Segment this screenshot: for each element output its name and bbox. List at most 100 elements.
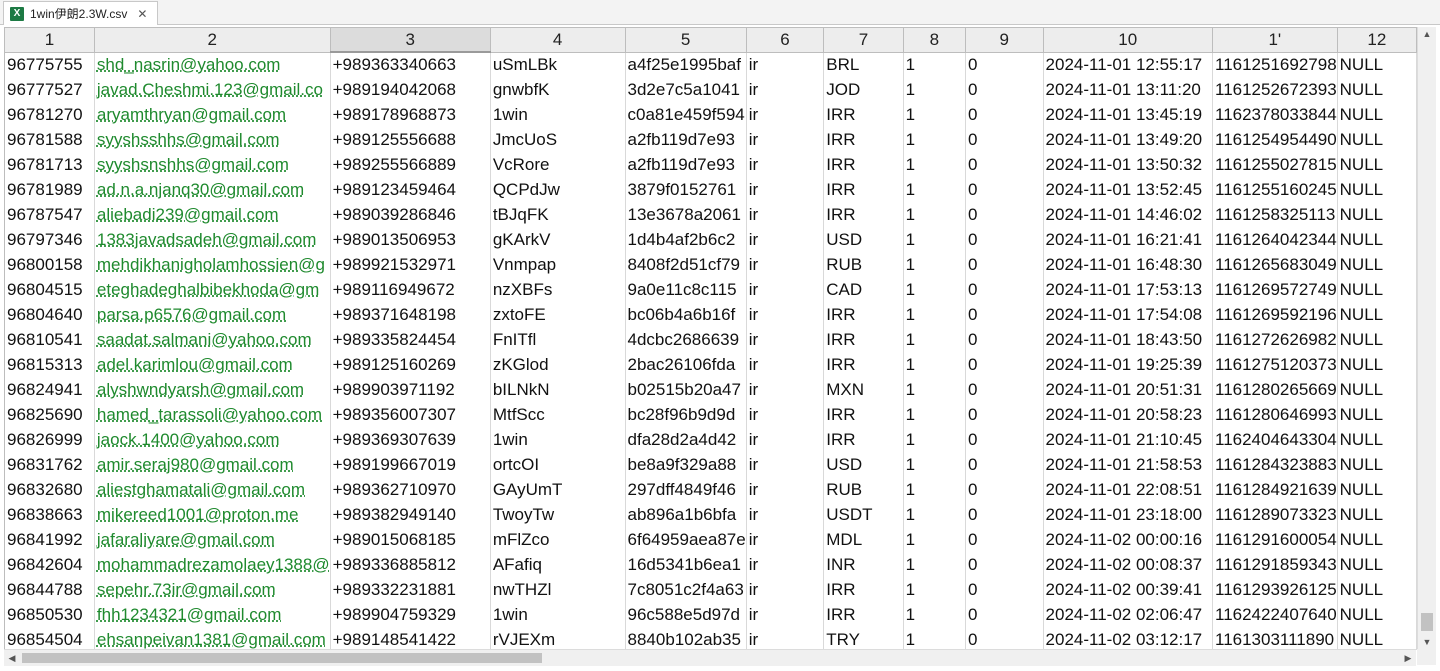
cell-col-4[interactable]: GAyUmT [490, 477, 626, 502]
cell-col-11[interactable]: 1161284323883 [1212, 452, 1338, 477]
cell-col-12[interactable]: NULL [1337, 77, 1417, 102]
cell-col-8[interactable]: 1 [903, 402, 966, 427]
cell-col-12[interactable]: NULL [1337, 52, 1417, 77]
cell-col-11[interactable]: 1161289073323 [1212, 502, 1338, 527]
cell-col-2[interactable]: ehsanpeivan1381@gmail.com [94, 627, 331, 650]
cell-col-4[interactable]: MtfScc [490, 402, 626, 427]
cell-col-6[interactable]: ir [746, 327, 825, 352]
cell-col-11[interactable]: 1161280265669 [1212, 377, 1338, 402]
cell-col-8[interactable]: 1 [903, 452, 966, 477]
cell-col-10[interactable]: 2024-11-02 00:39:41 [1043, 577, 1214, 602]
cell-col-4[interactable]: mFlZco [490, 527, 626, 552]
cell-col-2[interactable]: jafaraliyare@gmail.com [94, 527, 331, 552]
cell-col-5[interactable]: c0a81e459f594 [625, 102, 747, 127]
cell-col-2[interactable]: parsa.p6576@gmail.com [94, 302, 331, 327]
cell-col-12[interactable]: NULL [1337, 452, 1417, 477]
cell-col-11[interactable]: 1161258325113 [1212, 202, 1338, 227]
cell-col-12[interactable]: NULL [1337, 402, 1417, 427]
cell-col-9[interactable]: 0 [965, 227, 1044, 252]
vertical-scrollbar[interactable]: ▲ ▼ [1417, 27, 1436, 649]
cell-col-11[interactable]: 1161275120373 [1212, 352, 1338, 377]
cell-col-9[interactable]: 0 [965, 127, 1044, 152]
cell-col-7[interactable]: IRR [823, 352, 904, 377]
cell-col-7[interactable]: TRY [823, 627, 904, 650]
cell-col-9[interactable]: 0 [965, 577, 1044, 602]
cell-col-4[interactable]: TwoyTw [490, 502, 626, 527]
cell-col-6[interactable]: ir [746, 427, 825, 452]
cell-col-7[interactable]: IRR [823, 202, 904, 227]
cell-col-8[interactable]: 1 [903, 152, 966, 177]
cell-col-1[interactable]: 96797346 [5, 227, 95, 252]
cell-col-11[interactable]: 1161291859343 [1212, 552, 1338, 577]
cell-col-1[interactable]: 96826999 [5, 427, 95, 452]
cell-col-8[interactable]: 1 [903, 52, 966, 77]
cell-col-10[interactable]: 2024-11-01 13:11:20 [1043, 77, 1214, 102]
cell-col-2[interactable]: amir.seraj980@gmail.com [94, 452, 331, 477]
cell-col-7[interactable]: IRR [823, 177, 904, 202]
cell-col-4[interactable]: rVJEXm [490, 627, 626, 650]
cell-col-12[interactable]: NULL [1337, 527, 1417, 552]
cell-col-6[interactable]: ir [746, 77, 825, 102]
cell-col-7[interactable]: USD [823, 227, 904, 252]
cell-col-2[interactable]: saadat.salmani@yahoo.com [94, 327, 331, 352]
cell-col-11[interactable]: 1161264042344 [1212, 227, 1338, 252]
cell-col-3[interactable]: +989921532971 [330, 252, 491, 277]
cell-col-9[interactable]: 0 [965, 152, 1044, 177]
cell-col-2[interactable]: syyshsnshhs@gmail.com [94, 152, 331, 177]
cell-col-6[interactable]: ir [746, 452, 825, 477]
column-header-9[interactable]: 9 [965, 28, 1044, 53]
column-header-8[interactable]: 8 [903, 28, 966, 53]
cell-col-2[interactable]: ad.n.a.njanq30@gmail.com [94, 177, 331, 202]
cell-col-6[interactable]: ir [746, 252, 825, 277]
cell-col-4[interactable]: JmcUoS [490, 127, 626, 152]
cell-col-8[interactable]: 1 [903, 377, 966, 402]
cell-col-12[interactable]: NULL [1337, 502, 1417, 527]
cell-col-6[interactable]: ir [746, 577, 825, 602]
cell-col-6[interactable]: ir [746, 52, 825, 77]
cell-col-10[interactable]: 2024-11-01 13:50:32 [1043, 152, 1214, 177]
cell-col-7[interactable]: IRR [823, 152, 904, 177]
cell-col-11[interactable]: 1162378033844 [1212, 102, 1338, 127]
cell-col-5[interactable]: a2fb119d7e93 [625, 152, 747, 177]
cell-col-12[interactable]: NULL [1337, 552, 1417, 577]
column-header-12[interactable]: 12 [1337, 28, 1417, 53]
cell-col-1[interactable]: 96850530 [5, 602, 95, 627]
cell-col-9[interactable]: 0 [965, 252, 1044, 277]
cell-col-6[interactable]: ir [746, 127, 825, 152]
cell-col-7[interactable]: CAD [823, 277, 904, 302]
cell-col-3[interactable]: +989013506953 [330, 227, 491, 252]
cell-col-2[interactable]: eteghadeghalbibekhoda@gm [94, 277, 331, 302]
cell-col-6[interactable]: ir [746, 552, 825, 577]
cell-col-12[interactable]: NULL [1337, 352, 1417, 377]
cell-col-10[interactable]: 2024-11-01 12:55:17 [1043, 52, 1214, 77]
cell-col-12[interactable]: NULL [1337, 127, 1417, 152]
cell-col-1[interactable]: 96800158 [5, 252, 95, 277]
cell-col-6[interactable]: ir [746, 177, 825, 202]
scroll-right-icon[interactable]: ▶ [1400, 650, 1416, 666]
cell-col-9[interactable]: 0 [965, 177, 1044, 202]
cell-col-11[interactable]: 1161255027815 [1212, 152, 1338, 177]
cell-col-1[interactable]: 96824941 [5, 377, 95, 402]
cell-col-3[interactable]: +989125556688 [330, 127, 491, 152]
cell-col-5[interactable]: 13e3678a2061 [625, 202, 747, 227]
horizontal-scroll-thumb[interactable] [22, 653, 542, 663]
cell-col-9[interactable]: 0 [965, 277, 1044, 302]
cell-col-9[interactable]: 0 [965, 427, 1044, 452]
cell-col-7[interactable]: IRR [823, 327, 904, 352]
cell-col-8[interactable]: 1 [903, 277, 966, 302]
cell-col-4[interactable]: VcRore [490, 152, 626, 177]
cell-col-12[interactable]: NULL [1337, 102, 1417, 127]
cell-col-1[interactable]: 96787547 [5, 202, 95, 227]
cell-col-9[interactable]: 0 [965, 602, 1044, 627]
cell-col-2[interactable]: shd_nasrin@yahoo.com [94, 52, 331, 77]
cell-col-10[interactable]: 2024-11-01 19:25:39 [1043, 352, 1214, 377]
column-header-4[interactable]: 4 [490, 28, 626, 53]
cell-col-4[interactable]: zKGlod [490, 352, 626, 377]
cell-col-1[interactable]: 96842604 [5, 552, 95, 577]
cell-col-5[interactable]: 9a0e11c8c115 [625, 277, 747, 302]
cell-col-5[interactable]: b02515b20a47 [625, 377, 747, 402]
cell-col-6[interactable]: ir [746, 102, 825, 127]
cell-col-5[interactable]: 96c588e5d97d [625, 602, 747, 627]
cell-col-9[interactable]: 0 [965, 627, 1044, 650]
spreadsheet-grid[interactable]: 1 2 3 4 5 6 7 8 9 10 1' 12 96775755 shd_nasrin@yahoo… [4, 27, 1417, 650]
